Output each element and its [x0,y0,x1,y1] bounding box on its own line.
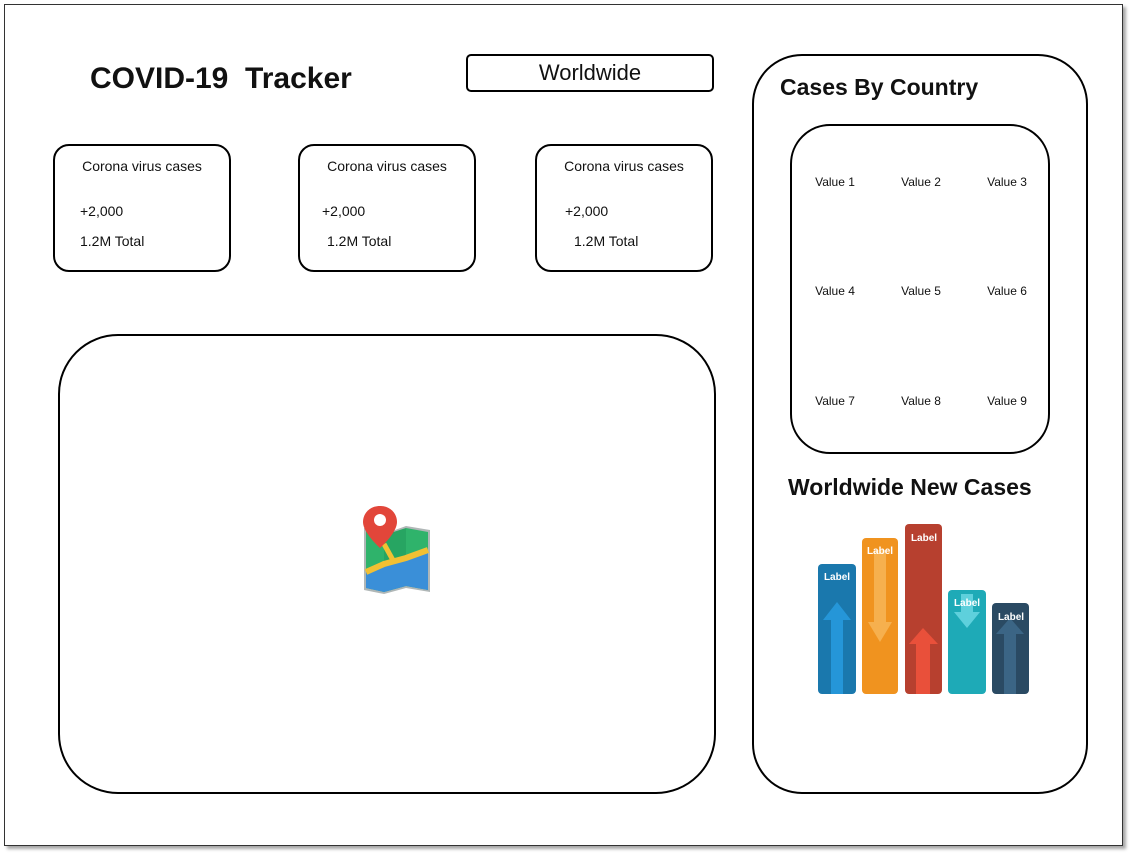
map-panel[interactable] [58,334,716,794]
stat-card-label: Corona virus cases [327,158,447,174]
graph-bar-label: Label [953,598,981,609]
graph-bar-label: Label [823,572,851,583]
country-value: Value 4 [815,284,855,298]
stat-card: Corona virus cases +2,000 1.2M Total [535,144,713,272]
stat-card-label: Corona virus cases [564,158,684,174]
stat-card-new-cases: +2,000 [80,203,124,219]
graph-bar-label: Label [866,546,894,557]
stat-card-label: Corona virus cases [82,158,202,174]
graph-bar-label: Label [997,612,1025,623]
country-value: Value 3 [987,175,1027,189]
worldwide-new-cases-title: Worldwide New Cases [788,474,1032,500]
stat-card-total: 1.2M Total [327,233,392,249]
country-table: Value 1 Value 2 Value 3 Value 4 Value 5 … [790,124,1050,454]
cases-by-country-title: Cases By Country [780,74,979,100]
region-select[interactable]: Worldwide [466,54,714,92]
country-value: Value 2 [901,175,941,189]
new-cases-graph-icon [818,524,1029,694]
country-value: Value 9 [987,394,1027,408]
stat-card-new-cases: +2,000 [322,203,366,219]
stat-card-new-cases: +2,000 [565,203,609,219]
stat-card-total: 1.2M Total [574,233,639,249]
page-title: COVID-19 Tracker [90,62,352,95]
country-value: Value 6 [987,284,1027,298]
country-value: Value 8 [901,394,941,408]
country-value: Value 1 [815,175,855,189]
new-cases-graph: Label Label Label Label Label [818,520,1032,698]
stat-card: Corona virus cases +2,000 1.2M Total [298,144,476,272]
stat-card: Corona virus cases +2,000 1.2M Total [53,144,231,272]
graph-bar-label: Label [910,533,938,544]
country-value: Value 5 [901,284,941,298]
country-value: Value 7 [815,394,855,408]
map-icon [363,506,430,594]
stat-card-total: 1.2M Total [80,233,145,249]
